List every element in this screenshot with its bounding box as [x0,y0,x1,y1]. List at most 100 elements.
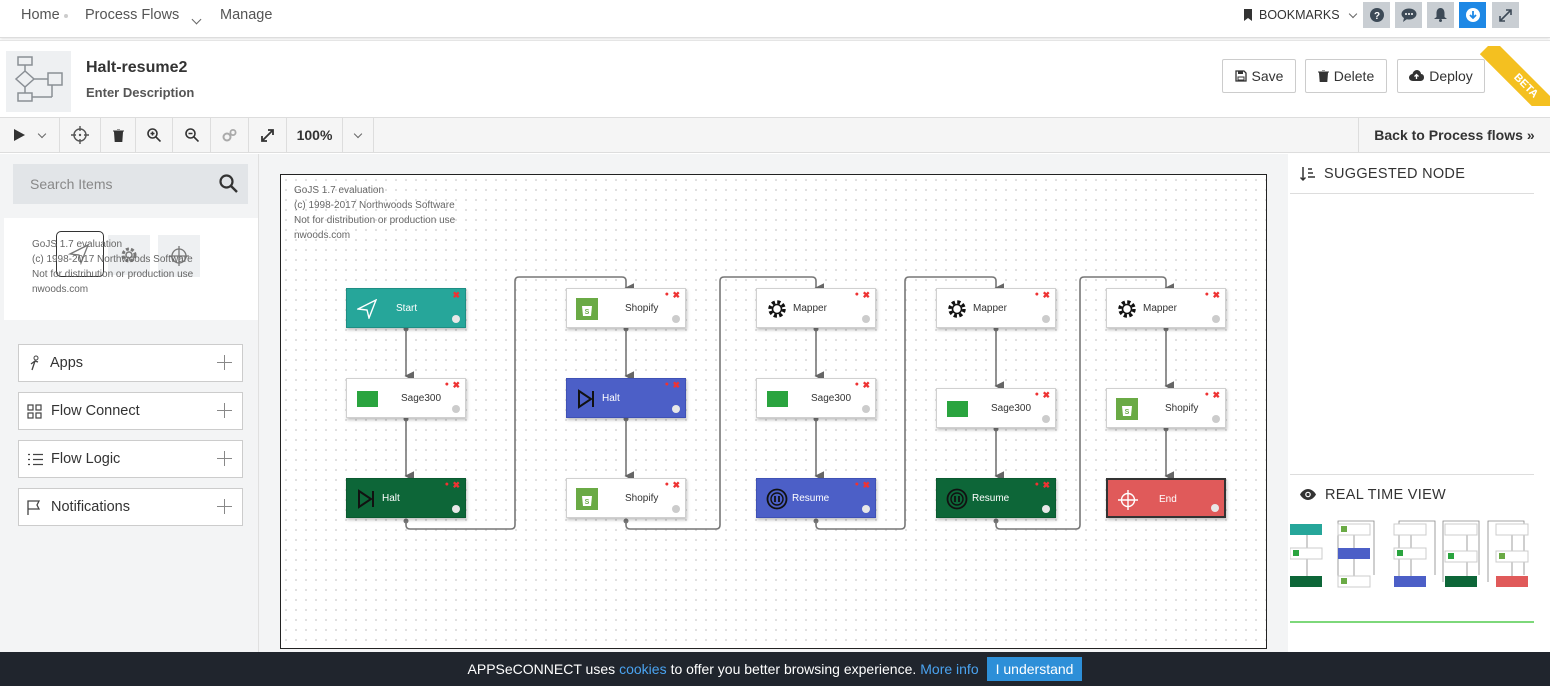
port-dot[interactable] [862,405,870,413]
help-button[interactable]: ? [1363,2,1390,28]
close-icon[interactable]: ✖ [672,290,680,300]
back-to-process-flows-button[interactable]: Back to Process flows » [1358,117,1550,153]
node-halt[interactable]: Halt ● ✖ [346,478,466,518]
port-dot[interactable] [672,405,680,413]
expand-plus-icon[interactable] [217,403,232,418]
node-shopify[interactable]: S Shopify ● ✖ [566,478,686,518]
close-icon[interactable]: ✖ [1212,290,1220,300]
delete-node-button[interactable] [101,117,136,153]
close-icon[interactable]: ✖ [1042,290,1050,300]
port-dot[interactable] [1212,415,1220,423]
node-mapper[interactable]: Mapper ● ✖ [1106,288,1226,328]
settings-dot-icon[interactable]: ● [855,480,859,490]
settings-dot-icon[interactable]: ● [1035,290,1039,300]
node-mapper[interactable]: Mapper ● ✖ [936,288,1056,328]
port-dot[interactable] [452,505,460,513]
zoom-out-button[interactable] [173,117,211,153]
expand-button[interactable] [249,117,287,153]
settings-dot-icon[interactable]: ● [1035,390,1039,400]
port-dot[interactable] [862,315,870,323]
search-input[interactable]: Search Items [13,164,248,204]
port-dot[interactable] [672,505,680,513]
flow-description[interactable]: Enter Description [86,85,194,100]
fullscreen-button[interactable] [1492,2,1519,28]
settings-dot-icon[interactable]: ● [445,380,449,390]
save-button[interactable]: Save [1222,59,1296,93]
flow-logo [6,51,71,112]
port-dot[interactable] [1042,315,1050,323]
flow-title[interactable]: Halt-resume2 [86,59,187,77]
settings-dot-icon[interactable]: ● [665,380,669,390]
settings-dot-icon[interactable]: ● [445,480,449,490]
node-sage300[interactable]: Sage300 ● ✖ [346,378,466,418]
port-dot[interactable] [1042,415,1050,423]
category-flow-connect[interactable]: Flow Connect [18,392,243,430]
port-dot[interactable] [452,405,460,413]
expand-plus-icon[interactable] [217,499,232,514]
bookmarks-dropdown[interactable]: BOOKMARKS [1243,8,1357,22]
node-end[interactable]: End [1106,478,1226,518]
close-icon[interactable]: ✖ [862,380,870,390]
close-icon[interactable]: ✖ [452,480,460,490]
node-sage300[interactable]: Sage300 ● ✖ [756,378,876,418]
settings-dot-icon[interactable]: ● [1035,480,1039,490]
close-icon[interactable]: ✖ [1042,480,1050,490]
close-icon[interactable]: ✖ [1042,390,1050,400]
close-icon[interactable]: ✖ [672,380,680,390]
run-chevron-down-icon[interactable] [37,124,47,142]
category-apps[interactable]: Apps [18,344,243,382]
nav-manage-link[interactable]: Manage [220,7,272,23]
real-time-view-overview[interactable] [1290,516,1534,622]
nav-process-flows-link[interactable]: Process Flows [85,7,179,23]
settings-button[interactable] [211,117,249,153]
run-button[interactable] [0,117,60,153]
close-icon[interactable]: ✖ [452,290,460,300]
close-icon[interactable]: ✖ [862,290,870,300]
process-flows-chevron-down-icon[interactable] [191,10,202,28]
download-button[interactable] [1459,2,1486,28]
close-icon[interactable]: ✖ [672,480,680,490]
deploy-button[interactable]: Deploy [1397,59,1485,93]
category-notifications[interactable]: Notifications [18,488,243,526]
category-flow-logic[interactable]: Flow Logic [18,440,243,478]
node-sage300[interactable]: Sage300 ● ✖ [936,388,1056,428]
port-dot[interactable] [452,315,460,323]
gears-icon [222,129,236,142]
settings-dot-icon[interactable]: ● [665,480,669,490]
settings-dot-icon[interactable]: ● [1205,390,1209,400]
close-icon[interactable]: ✖ [1212,390,1220,400]
settings-dot-icon[interactable]: ● [855,290,859,300]
settings-dot-icon[interactable]: ● [665,290,669,300]
port-dot[interactable] [1211,504,1219,512]
settings-dot-icon[interactable]: ● [855,380,859,390]
port-dot[interactable] [672,315,680,323]
node-start[interactable]: Start ✖ [346,288,466,328]
zoom-in-button[interactable] [136,117,173,153]
node-halt[interactable]: Halt ● ✖ [566,378,686,418]
node-shopify[interactable]: S Shopify ● ✖ [1106,388,1226,428]
chat-button[interactable] [1395,2,1422,28]
i-understand-button[interactable]: I understand [986,657,1083,681]
node-shopify[interactable]: S Shopify ● ✖ [566,288,686,328]
cookies-link[interactable]: cookies [619,661,666,677]
nav-home-link[interactable]: Home [21,7,60,23]
close-icon[interactable]: ✖ [862,480,870,490]
search-icon[interactable] [219,174,238,193]
node-resume[interactable]: Resume ● ✖ [756,478,876,518]
zoom-dropdown-button[interactable] [343,117,374,153]
port-dot[interactable] [862,505,870,513]
expand-plus-icon[interactable] [217,451,232,466]
download-icon [1465,8,1480,22]
expand-plus-icon[interactable] [217,355,232,370]
more-info-link[interactable]: More info [920,661,978,677]
delete-button[interactable]: Delete [1305,59,1387,93]
close-icon[interactable]: ✖ [452,380,460,390]
center-button[interactable] [60,117,101,153]
settings-dot-icon[interactable]: ● [1205,290,1209,300]
nav-separator-dot [64,14,68,18]
notifications-button[interactable] [1427,2,1454,28]
port-dot[interactable] [1212,315,1220,323]
node-mapper[interactable]: Mapper ● ✖ [756,288,876,328]
node-resume[interactable]: Resume ● ✖ [936,478,1056,518]
port-dot[interactable] [1042,505,1050,513]
